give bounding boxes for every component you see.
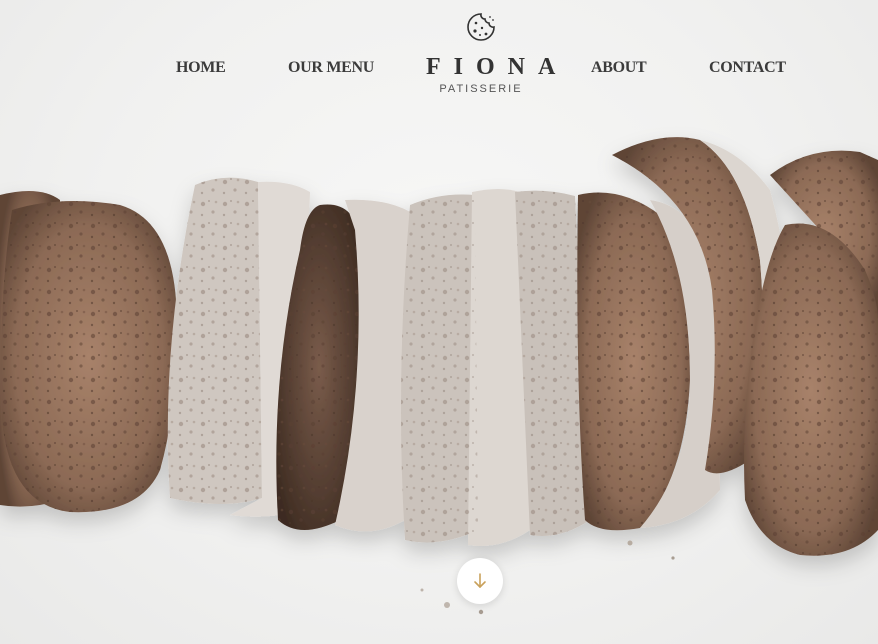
arrow-down-icon — [474, 573, 486, 588]
top-navigation: HOME OUR MENU FIONA PATISSERIE ABOUT CON… — [0, 0, 878, 130]
nav-link-home[interactable]: HOME — [176, 59, 226, 77]
brand-logo[interactable]: FIONA PATISSERIE — [416, 12, 569, 95]
brand-name: FIONA — [426, 54, 569, 80]
nav-link-contact[interactable]: CONTACT — [709, 59, 786, 77]
scroll-down-button[interactable] — [457, 558, 503, 604]
cookie-icon — [467, 13, 495, 41]
nav-link-about[interactable]: ABOUT — [591, 59, 647, 77]
nav-link-our-menu[interactable]: OUR MENU — [288, 59, 374, 77]
brand-subtitle: PATISSERIE — [439, 83, 523, 95]
